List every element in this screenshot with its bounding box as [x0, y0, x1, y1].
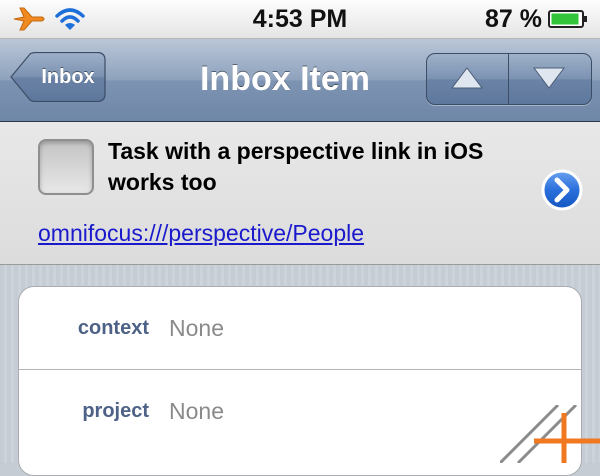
project-label: project: [82, 400, 149, 422]
context-label: context: [77, 317, 149, 339]
navigation-bar: Inbox Inbox Item: [0, 39, 600, 122]
battery-icon: [548, 10, 587, 28]
disclosure-chevron-icon[interactable]: [541, 169, 583, 211]
task-fields-card: context None project None: [18, 286, 582, 476]
status-bar: 4:53 PM 87 %: [0, 0, 600, 39]
back-button-label: Inbox: [41, 66, 95, 88]
triangle-down-icon: [533, 67, 565, 89]
context-row[interactable]: context None: [19, 287, 581, 370]
project-value: None: [169, 398, 224, 424]
page-title: Inbox Item: [199, 60, 371, 98]
crosshair-logo-icon: [500, 405, 600, 463]
previous-item-button[interactable]: [427, 54, 509, 104]
perspective-link[interactable]: omnifocus:///perspective/People: [38, 218, 364, 248]
next-item-button[interactable]: [509, 54, 590, 104]
task-header: Task with a perspective link in iOS work…: [0, 122, 600, 265]
prev-next-control: [426, 53, 592, 105]
task-complete-checkbox[interactable]: [38, 139, 94, 195]
task-title[interactable]: Task with a perspective link in iOS work…: [108, 136, 518, 198]
triangle-up-icon: [451, 67, 483, 89]
battery-percent: 87 %: [485, 5, 542, 33]
inbox-back-button[interactable]: Inbox: [10, 52, 106, 102]
project-row[interactable]: project None: [19, 370, 581, 452]
context-value: None: [169, 315, 224, 341]
